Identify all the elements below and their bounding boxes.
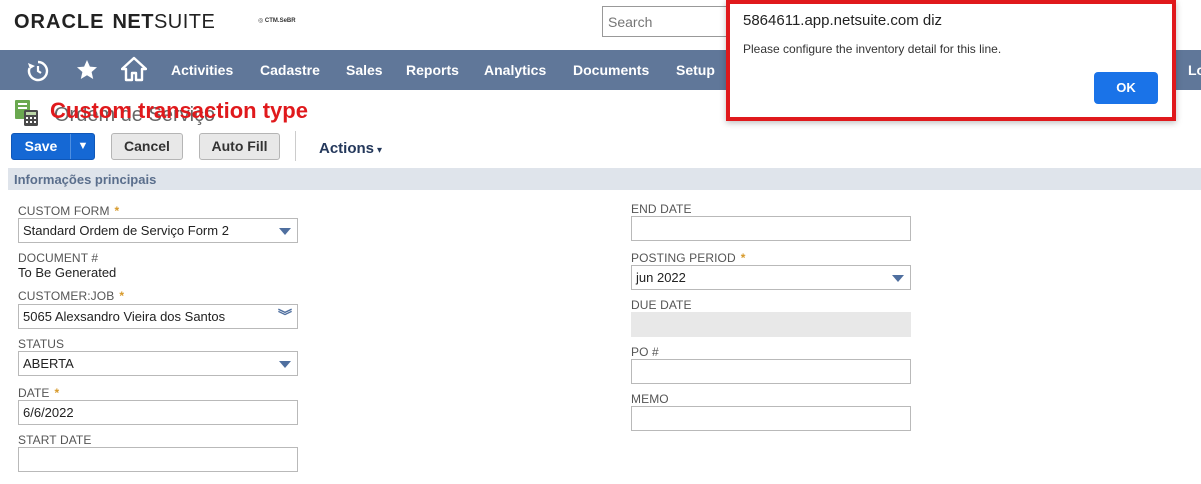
browser-alert-dialog: 5864611.app.netsuite.com diz Please conf… xyxy=(726,0,1176,121)
actions-caret-icon: ▾ xyxy=(377,145,383,156)
recent-icon[interactable] xyxy=(26,59,50,83)
save-button-label[interactable]: Save xyxy=(12,134,70,159)
chevron-down-icon xyxy=(279,228,291,235)
oracle-netsuite-logo[interactable]: ORACLE NETSUITE xyxy=(14,11,215,34)
start-date-label: START DATE xyxy=(18,433,92,447)
customer-job-select[interactable]: 5065 Alexsandro Vieira dos Santos ︾ xyxy=(18,304,298,329)
due-date-label: DUE DATE xyxy=(631,298,692,312)
nav-analytics[interactable]: Analytics xyxy=(484,62,546,78)
po-number-label: PO # xyxy=(631,345,659,359)
nav-cadastre[interactable]: Cadastre xyxy=(260,62,320,78)
save-options-dropdown-icon[interactable]: ▼ xyxy=(71,134,95,159)
posting-period-label: POSTING PERIOD * xyxy=(631,251,746,265)
nav-truncated-item[interactable]: Lo xyxy=(1188,62,1201,78)
document-number-label: DOCUMENT # xyxy=(18,251,99,265)
nav-setup[interactable]: Setup xyxy=(676,62,715,78)
custom-form-select[interactable]: Standard Ordem de Serviço Form 2 xyxy=(18,218,298,243)
global-search-input[interactable] xyxy=(602,6,742,37)
title-annotation-overlay: Custom transaction type xyxy=(50,98,308,123)
nav-activities[interactable]: Activities xyxy=(171,62,233,78)
save-button[interactable]: Save ▼ xyxy=(11,133,95,160)
due-date-input xyxy=(631,312,911,337)
required-marker: * xyxy=(54,386,60,400)
nav-documents[interactable]: Documents xyxy=(573,62,649,78)
custom-form-label: CUSTOM FORM * xyxy=(18,204,120,218)
document-number-value: To Be Generated xyxy=(18,265,117,280)
company-logo: ◎ CTM.SeBR xyxy=(258,18,296,24)
posting-period-select[interactable]: jun 2022 xyxy=(631,265,911,290)
actions-menu[interactable]: Actions ▾ xyxy=(319,140,382,157)
po-number-input[interactable] xyxy=(631,359,911,384)
memo-input[interactable] xyxy=(631,406,911,431)
required-marker: * xyxy=(119,289,125,303)
star-icon[interactable] xyxy=(75,58,99,82)
nav-sales[interactable]: Sales xyxy=(346,62,383,78)
end-date-label: END DATE xyxy=(631,202,692,216)
section-header-main-info[interactable]: Informações principais xyxy=(8,168,1201,190)
alert-message: Please configure the inventory detail fo… xyxy=(743,42,1002,56)
home-icon[interactable] xyxy=(121,56,147,82)
alert-host-text: 5864611.app.netsuite.com diz xyxy=(743,12,943,29)
required-marker: * xyxy=(114,204,120,218)
date-label: DATE * xyxy=(18,386,60,400)
nav-reports[interactable]: Reports xyxy=(406,62,459,78)
transaction-record-icon xyxy=(15,100,38,126)
auto-fill-button[interactable]: Auto Fill xyxy=(199,133,280,160)
start-date-input[interactable] xyxy=(18,447,298,472)
end-date-input[interactable] xyxy=(631,216,911,241)
required-marker: * xyxy=(740,251,746,265)
alert-ok-button[interactable]: OK xyxy=(1094,72,1158,104)
customer-job-label: CUSTOMER:JOB * xyxy=(18,289,125,303)
double-chevron-icon[interactable]: ︾ xyxy=(278,307,292,325)
status-label: STATUS xyxy=(18,337,65,351)
chevron-down-icon xyxy=(279,361,291,368)
cancel-button[interactable]: Cancel xyxy=(111,133,183,160)
toolbar-divider xyxy=(295,131,296,161)
status-select[interactable]: ABERTA xyxy=(18,351,298,376)
chevron-down-icon xyxy=(892,275,904,282)
date-input[interactable]: 6/6/2022 xyxy=(18,400,298,425)
memo-label: MEMO xyxy=(631,392,669,406)
